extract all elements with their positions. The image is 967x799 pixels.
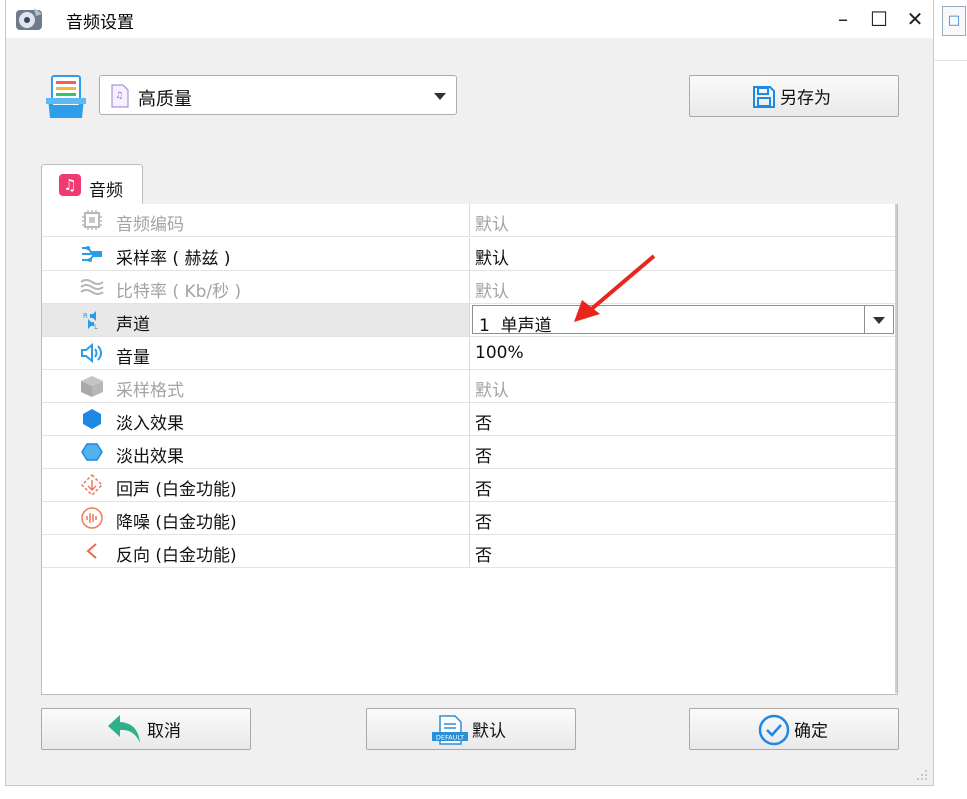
svg-text:L: L [94, 323, 98, 331]
settings-grid: 音频编码 默认 采样率 ( 赫兹 ) 默认 比特率 (Kb/秒) 默认 R … [42, 204, 897, 693]
ok-button[interactable]: 确定 [689, 708, 899, 750]
cancel-label: 取消 [147, 721, 181, 742]
default-label: 默认 [472, 721, 506, 742]
svg-text:R: R [83, 312, 88, 320]
setting-name: 音量 [116, 348, 150, 368]
tab-audio[interactable]: ♫ 音频 [41, 164, 143, 205]
setting-row-volume[interactable]: 音量 100% [42, 337, 895, 370]
channel-icon: R L [83, 311, 98, 331]
annotation-arrow [574, 254, 656, 322]
title-bar[interactable]: 音频设置 – ☐ ✕ [6, 0, 933, 38]
setting-name: 反向 (白金功能) [116, 546, 237, 566]
background-divider [934, 60, 967, 61]
chip-icon [82, 210, 102, 230]
check-circle-icon [758, 714, 790, 746]
setting-row-sample-rate[interactable]: 采样率 ( 赫兹 ) 默认 [42, 238, 895, 271]
app-logo-icon [16, 8, 42, 30]
setting-value: 100% [475, 343, 524, 363]
setting-name: 声道 [116, 315, 150, 335]
floppy-disk-icon [753, 86, 775, 108]
ok-label: 确定 [794, 721, 828, 742]
hexagon-filled-icon [83, 409, 101, 429]
cube-icon [81, 376, 103, 397]
setting-name: 采样格式 [116, 381, 184, 401]
profile-value: 高质量 [138, 89, 192, 110]
setting-row-channel[interactable]: R L 声道 1 单声道 [42, 304, 895, 337]
save-as-button[interactable]: 另存为 [689, 75, 899, 117]
svg-text:♫: ♫ [115, 91, 123, 101]
setting-name: 淡出效果 [116, 447, 184, 467]
reverse-icon [86, 543, 97, 559]
denoise-icon [81, 507, 103, 529]
setting-value: 否 [475, 480, 492, 500]
hexagon-outline-icon [81, 443, 103, 461]
echo-icon [80, 474, 104, 496]
default-button[interactable]: DEFAULT 默认 [366, 708, 576, 750]
audio-settings-dialog: 音频设置 – ☐ ✕ ♫ 高质量 另存为 ♫ 音频 音频编码 默认 采样率 (… [5, 0, 934, 786]
sample-rate-icon [82, 246, 102, 262]
resize-grip-icon[interactable] [914, 767, 928, 781]
tab-audio-label: 音频 [89, 181, 123, 201]
music-note-icon: ♫ [59, 174, 81, 196]
setting-value: 默认 [475, 282, 509, 302]
setting-value: 默认 [475, 381, 509, 401]
default-badge-text: DEFAULT [436, 734, 464, 742]
setting-row-audio-codec[interactable]: 音频编码 默认 [42, 204, 895, 237]
undo-arrow-icon [108, 715, 140, 743]
volume-icon [81, 342, 102, 364]
profile-dropdown[interactable]: ♫ 高质量 [99, 75, 457, 115]
setting-row-fade-in[interactable]: 淡入效果 否 [42, 403, 895, 436]
settings-panel: 音频编码 默认 采样率 ( 赫兹 ) 默认 比特率 (Kb/秒) 默认 R … [41, 204, 898, 695]
setting-name: 音频编码 [116, 215, 184, 235]
chevron-down-icon [434, 93, 446, 100]
profile-list-icon [46, 75, 86, 118]
setting-row-bitrate[interactable]: 比特率 ( Kb/秒 ) 默认 [42, 271, 895, 304]
window-title: 音频设置 [66, 13, 134, 33]
setting-value: 否 [475, 546, 492, 566]
maximize-button[interactable]: ☐ [864, 4, 894, 34]
chevron-down-icon[interactable] [873, 317, 885, 324]
minimize-button[interactable]: – [828, 4, 858, 34]
channel-combobox[interactable]: 1 单声道 [472, 305, 894, 336]
setting-name: 淡入效果 [116, 414, 184, 434]
setting-row-denoise[interactable]: 降噪 (白金功能) 否 [42, 502, 895, 535]
setting-row-echo[interactable]: 回声 (白金功能) 否 [42, 469, 895, 502]
setting-value: 否 [475, 414, 492, 434]
setting-name: 比特率 ( Kb/秒 ) [116, 282, 242, 302]
setting-value: 1 单声道 [479, 316, 552, 336]
background-window-icon: □ [942, 6, 966, 36]
audio-file-icon: ♫ [111, 84, 129, 108]
cancel-button[interactable]: 取消 [41, 708, 251, 750]
setting-name: 采样率 ( 赫兹 ) [116, 249, 231, 269]
close-button[interactable]: ✕ [900, 4, 930, 34]
background-window: □ [934, 0, 967, 799]
save-as-label: 另存为 [780, 88, 831, 109]
setting-value: 否 [475, 447, 492, 467]
setting-row-fade-out[interactable]: 淡出效果 否 [42, 436, 895, 469]
bitrate-wave-icon [80, 279, 104, 295]
setting-name: 降噪 (白金功能) [116, 513, 237, 533]
setting-row-reverse[interactable]: 反向 (白金功能) 否 [42, 535, 895, 568]
combo-divider [864, 306, 865, 333]
setting-row-sample-format[interactable]: 采样格式 默认 [42, 370, 895, 403]
setting-name: 回声 (白金功能) [116, 480, 237, 500]
setting-value: 默认 [475, 249, 509, 269]
setting-value: 否 [475, 513, 492, 533]
default-document-icon: DEFAULT [432, 715, 468, 745]
setting-value: 默认 [475, 215, 509, 235]
